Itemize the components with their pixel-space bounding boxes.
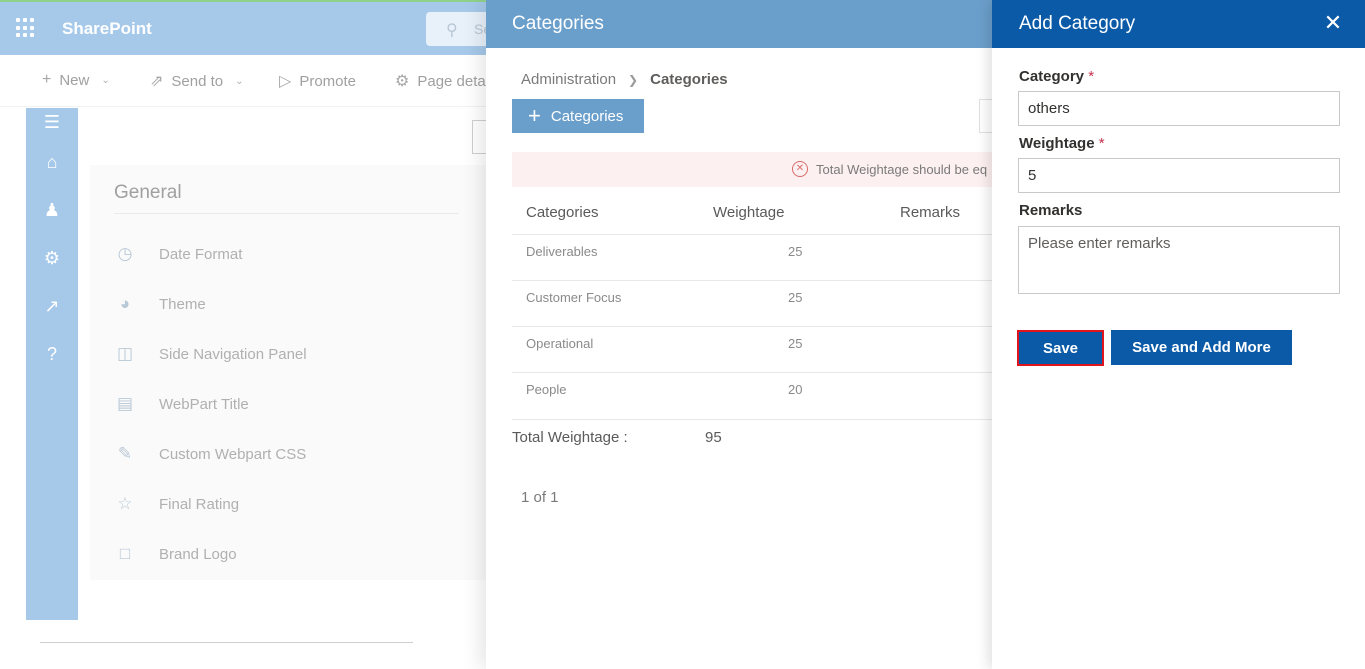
breadcrumb: Administration ❯ Categories <box>521 71 728 88</box>
category-input[interactable] <box>1018 91 1340 126</box>
share-icon: ⇗ <box>150 73 164 90</box>
category-cell: Operational <box>526 336 594 351</box>
search-icon: ⚲ <box>446 22 458 39</box>
gear-icon: ⚙ <box>395 73 410 90</box>
category-cell: People <box>526 382 567 397</box>
add-category-title: Add Category <box>1019 13 1136 34</box>
new-label: New <box>59 71 90 89</box>
error-message-text: Total Weightage should be eq <box>816 162 988 177</box>
settings-content: General ◷ Date Format ◕ Theme ◫ Side Nav… <box>90 165 490 580</box>
category-cell: Customer Focus <box>526 290 622 305</box>
brand-name[interactable]: SharePoint <box>62 19 152 39</box>
send-to-label: Send to <box>171 72 224 90</box>
weightage-cell: 25 <box>788 244 803 259</box>
chevron-right-icon: ❯ <box>628 72 639 87</box>
table-row[interactable]: Deliverables 25 <box>512 234 992 280</box>
setting-webpart-title[interactable]: ▤ WebPart Title <box>114 392 249 416</box>
weightage-label-text: Weightage <box>1019 135 1095 152</box>
required-marker: * <box>1088 68 1095 85</box>
setting-label: Custom Webpart CSS <box>159 445 307 463</box>
setting-custom-webpart-css[interactable]: ✎ Custom Webpart CSS <box>114 442 306 466</box>
chevron-down-icon: ⌄ <box>235 75 244 87</box>
add-categories-button[interactable]: + Categories <box>512 99 644 133</box>
close-icon[interactable]: ✕ <box>1322 12 1344 34</box>
categories-panel-title: Categories <box>512 13 604 34</box>
calendar-clock-icon: ◷ <box>117 244 133 263</box>
setting-side-navigation-panel[interactable]: ◫ Side Navigation Panel <box>114 342 307 366</box>
add-category-panel: Add Category ✕ Category * Weightage * Re… <box>992 0 1365 669</box>
weightage-cell: 25 <box>788 336 803 351</box>
remarks-field-label: Remarks <box>1019 202 1083 219</box>
star-icon: ☆ <box>117 494 133 513</box>
setting-label: Brand Logo <box>159 545 237 563</box>
setting-brand-logo[interactable]: □ Brand Logo <box>114 542 237 566</box>
chart-icon[interactable]: ↗ <box>26 296 78 317</box>
gear-icon[interactable]: ⚙ <box>26 248 78 269</box>
promote-label: Promote <box>299 72 357 90</box>
categories-search-box[interactable] <box>979 99 992 133</box>
app-launcher-icon[interactable] <box>16 18 36 38</box>
table-row[interactable]: Operational 25 <box>512 326 992 372</box>
chevron-down-icon: ⌄ <box>101 74 110 86</box>
weightage-cell: 20 <box>788 382 803 397</box>
total-weightage-label: Total Weightage : <box>512 429 628 446</box>
plus-icon: + <box>42 71 52 88</box>
briefcase-icon: □ <box>119 544 131 563</box>
weightage-field-label: Weightage * <box>1019 135 1105 152</box>
error-circle-icon: ✕ <box>792 161 808 177</box>
table-row[interactable]: People 20 <box>512 372 992 418</box>
setting-final-rating[interactable]: ☆ Final Rating <box>114 492 239 516</box>
save-button[interactable]: Save <box>1017 330 1104 366</box>
palette-icon: ◕ <box>119 294 131 313</box>
category-field-label: Category * <box>1019 68 1094 85</box>
setting-label: Theme <box>159 295 206 313</box>
section-title: General <box>114 182 182 203</box>
column-header-remarks[interactable]: Remarks <box>900 204 960 221</box>
setting-label: Final Rating <box>159 495 240 513</box>
setting-label: WebPart Title <box>159 395 249 413</box>
breadcrumb-current: Categories <box>650 71 728 88</box>
required-marker: * <box>1098 135 1105 152</box>
add-categories-label: Categories <box>550 107 624 125</box>
category-cell: Deliverables <box>526 244 598 259</box>
remarks-textarea[interactable] <box>1018 226 1340 294</box>
breadcrumb-parent[interactable]: Administration <box>521 71 616 88</box>
page-details-label: Page deta <box>417 72 486 90</box>
weightage-cell: 25 <box>788 290 803 305</box>
pagination-text: 1 of 1 <box>521 489 559 506</box>
webpart-icon: ▤ <box>116 394 134 413</box>
table-row[interactable]: Customer Focus 25 <box>512 280 992 326</box>
side-panel-icon: ◫ <box>116 344 134 363</box>
hamburger-icon[interactable]: ☰ <box>26 112 78 133</box>
send-to-button[interactable]: ⇗ Send to ⌄ <box>150 71 244 91</box>
section-divider <box>114 213 459 214</box>
setting-theme[interactable]: ◕ Theme <box>114 292 206 316</box>
megaphone-icon: ▷ <box>279 73 292 90</box>
error-message-bar: ✕ Total Weightage should be eq <box>512 152 992 187</box>
category-label-text: Category <box>1019 68 1085 85</box>
page-details-button[interactable]: ⚙ Page deta <box>395 71 486 91</box>
app-left-nav: ☰ ⌂ ♟ ⚙ ↗ ? <box>26 108 78 620</box>
total-weightage-value: 95 <box>705 429 722 446</box>
help-icon[interactable]: ? <box>26 344 78 365</box>
weightage-input[interactable] <box>1018 158 1340 193</box>
footer-divider <box>40 642 413 643</box>
user-settings-icon[interactable]: ♟ <box>26 200 78 221</box>
categories-panel: Categories Administration ❯ Categories +… <box>486 0 992 669</box>
setting-date-format[interactable]: ◷ Date Format <box>114 242 243 266</box>
column-header-categories[interactable]: Categories <box>526 204 599 221</box>
new-button[interactable]: + New ⌄ <box>42 71 110 89</box>
promote-button[interactable]: ▷ Promote <box>279 71 356 91</box>
setting-label: Side Navigation Panel <box>159 345 307 363</box>
edit-icon: ✎ <box>117 444 133 463</box>
categories-panel-header: Categories <box>486 0 992 48</box>
plus-icon: + <box>528 103 541 128</box>
add-category-header: Add Category ✕ <box>992 0 1365 48</box>
setting-label: Date Format <box>159 245 243 263</box>
table-bottom-border <box>512 419 992 420</box>
column-header-weightage[interactable]: Weightage <box>713 204 784 221</box>
save-and-add-more-button[interactable]: Save and Add More <box>1111 330 1292 365</box>
home-icon[interactable]: ⌂ <box>26 152 78 173</box>
